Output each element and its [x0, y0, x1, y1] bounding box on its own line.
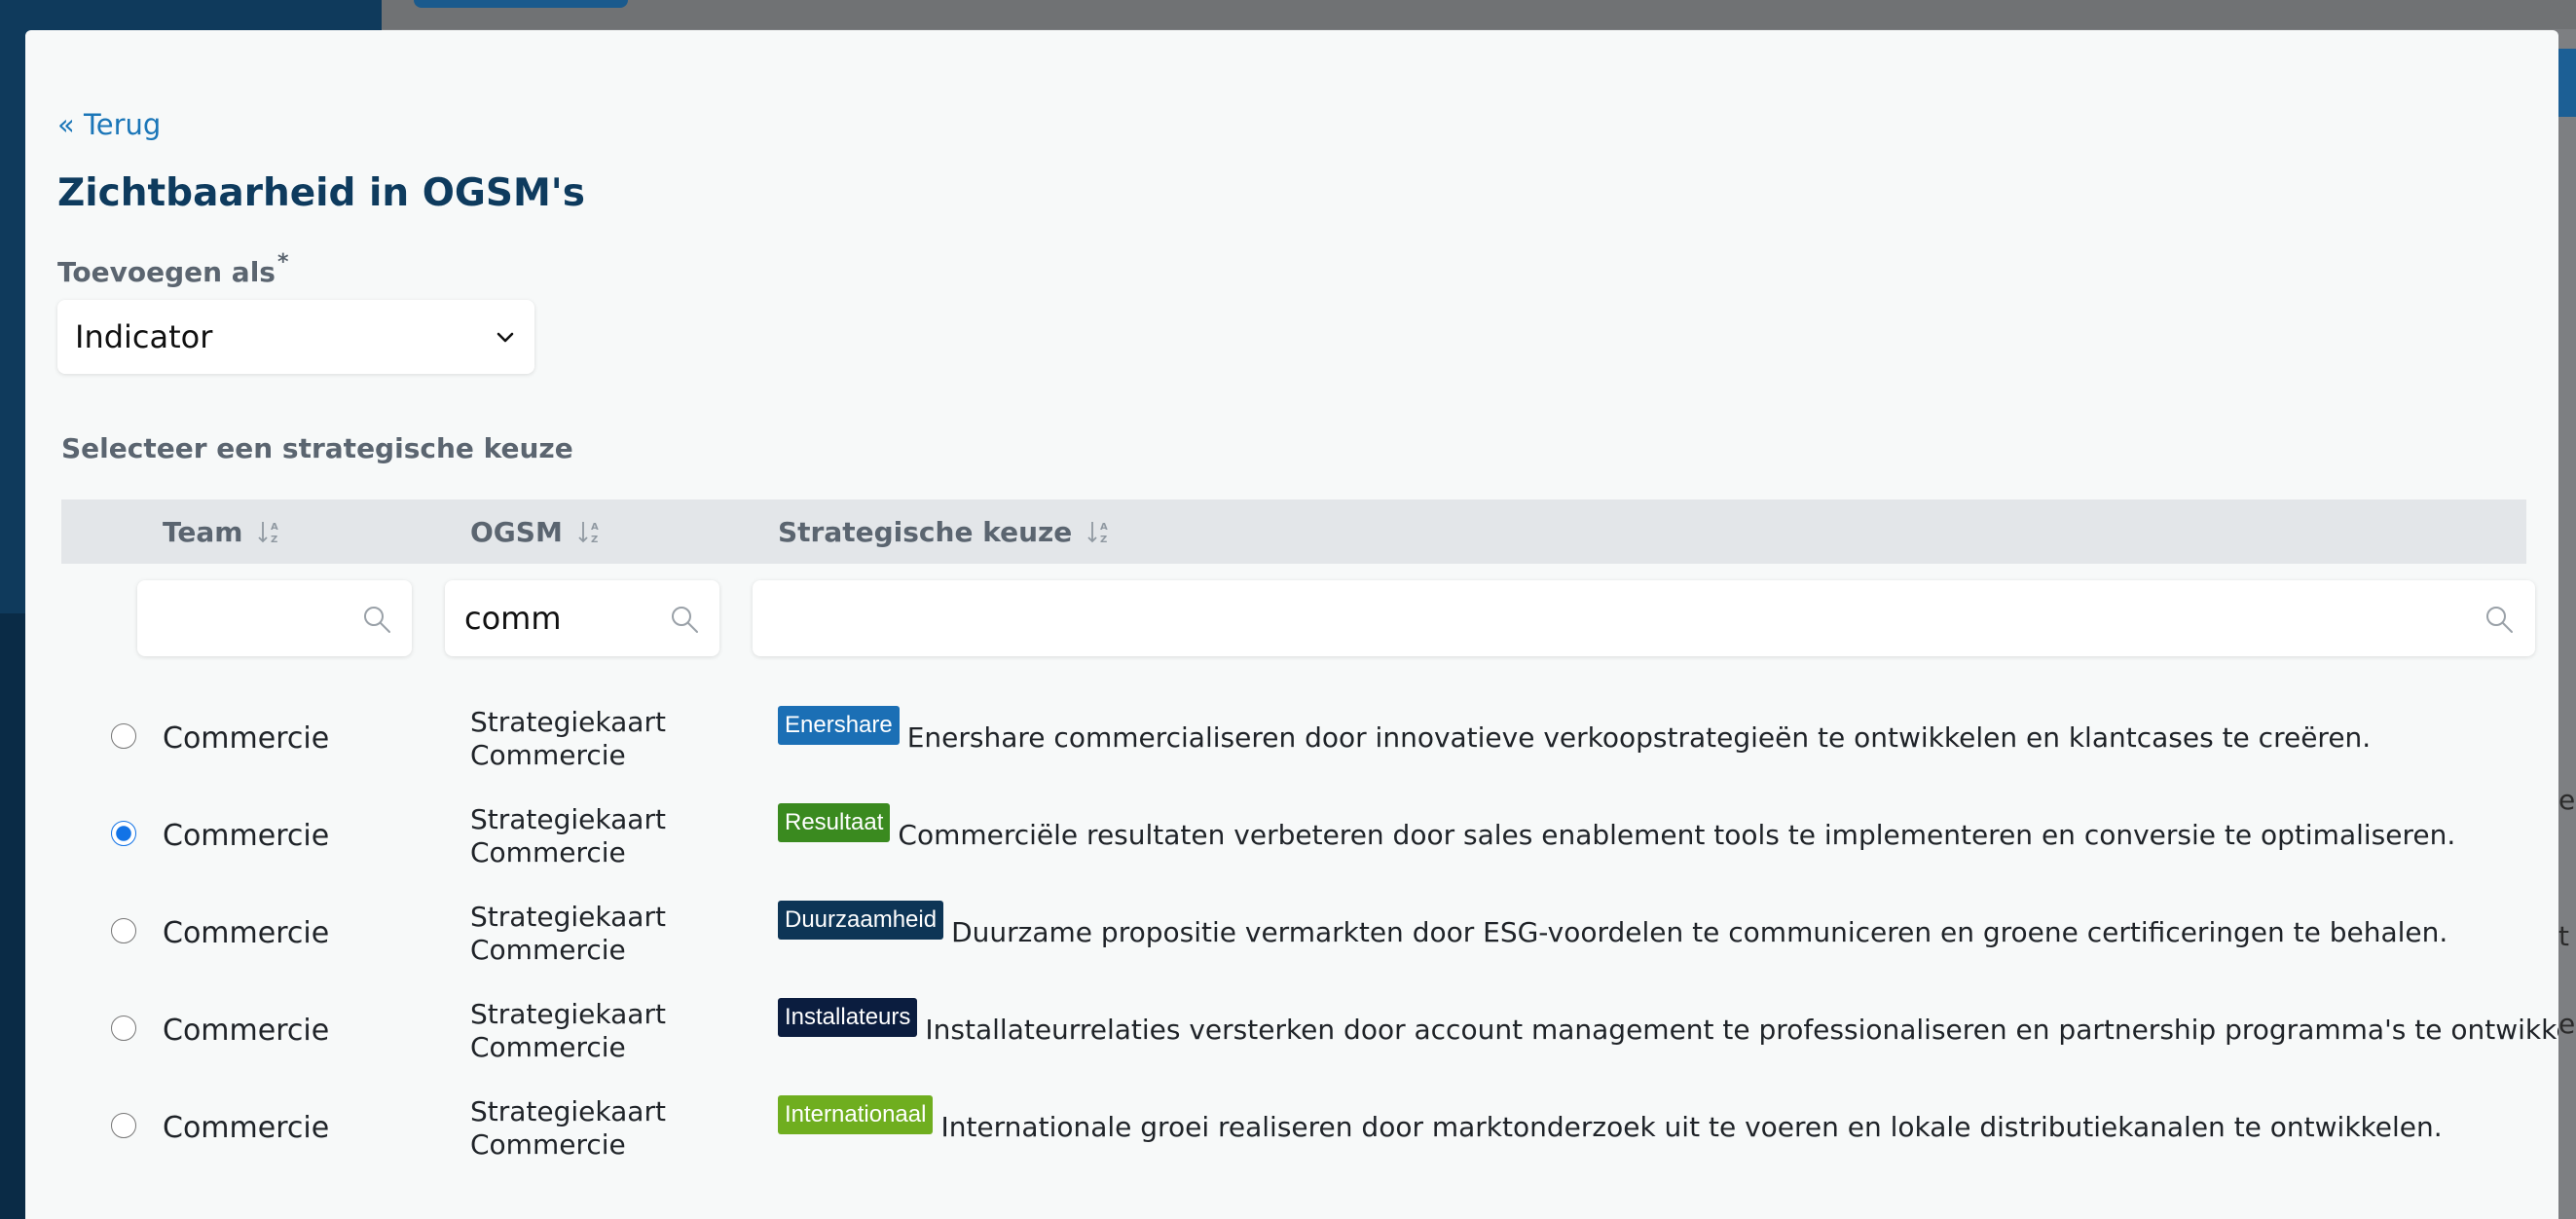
category-badge: Enershare	[778, 706, 900, 745]
row-ogsm-line: Commercie	[470, 934, 626, 966]
svg-text:Z: Z	[1100, 535, 1107, 545]
row-team: Commercie	[163, 819, 330, 853]
row-team: Commercie	[163, 1014, 330, 1048]
category-badge: Resultaat	[778, 803, 891, 842]
row-keuze-text: Commerciële resultaten verbeteren door s…	[898, 819, 2456, 851]
row-ogsm-line: Commercie	[470, 1031, 626, 1063]
background-edge-text: e	[2558, 784, 2576, 816]
row-ogsm: Strategiekaart Commercie	[470, 803, 666, 869]
background-edge-text: t	[2558, 920, 2569, 952]
svg-text:Z: Z	[591, 535, 598, 545]
background-edge-button	[2558, 49, 2576, 117]
row-ogsm-line: Strategiekaart	[470, 998, 666, 1030]
svg-text:A: A	[591, 522, 599, 533]
row-radio[interactable]	[111, 918, 136, 943]
add-as-label: Toevoegen als*	[57, 250, 288, 288]
chevron-down-icon	[497, 332, 514, 343]
visibility-modal: « Terug Zichtbaarheid in OGSM's Toevoege…	[25, 30, 2558, 1219]
row-team: Commercie	[163, 916, 330, 950]
row-strategische-keuze: Internationaal Internationale groei real…	[778, 1095, 2443, 1143]
row-ogsm-line: Commercie	[470, 836, 626, 868]
row-keuze-text: Internationale groei realiseren door mar…	[940, 1111, 2443, 1143]
row-radio[interactable]	[111, 821, 136, 846]
add-as-label-text: Toevoegen als	[57, 256, 276, 288]
svg-text:Z: Z	[271, 535, 277, 545]
column-header-label: Team	[163, 515, 243, 548]
row-ogsm-line: Strategiekaart	[470, 901, 666, 933]
row-ogsm-line: Strategiekaart	[470, 1095, 666, 1127]
column-header-team[interactable]: Team A Z	[163, 499, 285, 564]
column-header-strategische-keuze[interactable]: Strategische keuze A Z	[778, 499, 1115, 564]
category-badge: Installateurs	[778, 998, 918, 1037]
svg-text:A: A	[1100, 522, 1108, 533]
sort-icon: A Z	[1087, 522, 1108, 545]
svg-text:A: A	[271, 522, 278, 533]
category-badge: Duurzaamheid	[778, 901, 944, 940]
ogsm-filter	[445, 580, 719, 656]
sort-icon: A Z	[578, 522, 599, 545]
row-strategische-keuze: Enershare Enershare commercialiseren doo…	[778, 706, 2371, 754]
row-ogsm: Strategiekaart Commercie	[470, 901, 666, 967]
row-ogsm: Strategiekaart Commercie	[470, 1095, 666, 1162]
table-row[interactable]: Commercie Strategiekaart Commercie Eners…	[61, 688, 2526, 786]
required-mark: *	[276, 250, 289, 275]
background-button	[414, 0, 628, 8]
back-link[interactable]: « Terug	[57, 108, 161, 141]
ogsm-filter-input[interactable]	[464, 580, 659, 656]
row-strategische-keuze: Resultaat Commerciële resultaten verbete…	[778, 803, 2455, 851]
column-header-ogsm[interactable]: OGSM A Z	[470, 499, 606, 564]
row-ogsm-line: Strategiekaart	[470, 803, 666, 835]
row-radio[interactable]	[111, 723, 136, 749]
team-filter-input[interactable]	[157, 580, 351, 656]
row-strategische-keuze: Installateurs Installateurrelaties verst…	[778, 998, 2558, 1046]
row-keuze-text: Duurzame propositie vermarkten door ESG-…	[951, 916, 2448, 948]
row-ogsm-line: Commercie	[470, 1128, 626, 1161]
row-keuze-text: Installateurrelaties versterken door acc…	[925, 1014, 2558, 1046]
table-row[interactable]: Commercie Strategiekaart Commercie Inter…	[61, 1078, 2526, 1175]
row-ogsm-line: Strategiekaart	[470, 706, 666, 738]
row-radio[interactable]	[111, 1016, 136, 1041]
row-team: Commercie	[163, 721, 330, 756]
sort-icon: A Z	[258, 522, 278, 545]
row-ogsm-line: Commercie	[470, 739, 626, 771]
category-badge: Internationaal	[778, 1095, 934, 1134]
row-keuze-text: Enershare commercialiseren door innovati…	[906, 721, 2372, 754]
table-header: Team A Z OGSM A Z Strategische keuze A Z	[61, 499, 2526, 564]
table-row[interactable]: Commercie Strategiekaart Commercie Duurz…	[61, 883, 2526, 980]
search-icon	[672, 607, 698, 633]
row-ogsm: Strategiekaart Commercie	[470, 706, 666, 772]
strategische-keuze-filter-input[interactable]	[772, 580, 2466, 656]
section-label: Selecteer een strategische keuze	[61, 432, 573, 464]
column-header-label: OGSM	[470, 515, 563, 548]
background-edge-text: e	[2558, 1008, 2576, 1040]
row-ogsm: Strategiekaart Commercie	[470, 998, 666, 1064]
page-title: Zichtbaarheid in OGSM's	[57, 171, 585, 215]
row-strategische-keuze: Duurzaamheid Duurzame propositie vermark…	[778, 901, 2447, 948]
add-as-select[interactable]: Indicator	[57, 300, 534, 374]
search-icon	[364, 607, 390, 633]
row-radio[interactable]	[111, 1113, 136, 1138]
search-icon	[2486, 607, 2513, 633]
background-topbar	[382, 0, 2576, 29]
team-filter	[137, 580, 412, 656]
add-as-select-value: Indicator	[75, 318, 213, 355]
table-row[interactable]: Commercie Strategiekaart Commercie Insta…	[61, 980, 2558, 1078]
column-header-label: Strategische keuze	[778, 515, 1073, 548]
row-team: Commercie	[163, 1111, 330, 1145]
strategische-keuze-filter	[753, 580, 2535, 656]
table-row[interactable]: Commercie Strategiekaart Commercie Resul…	[61, 786, 2526, 883]
